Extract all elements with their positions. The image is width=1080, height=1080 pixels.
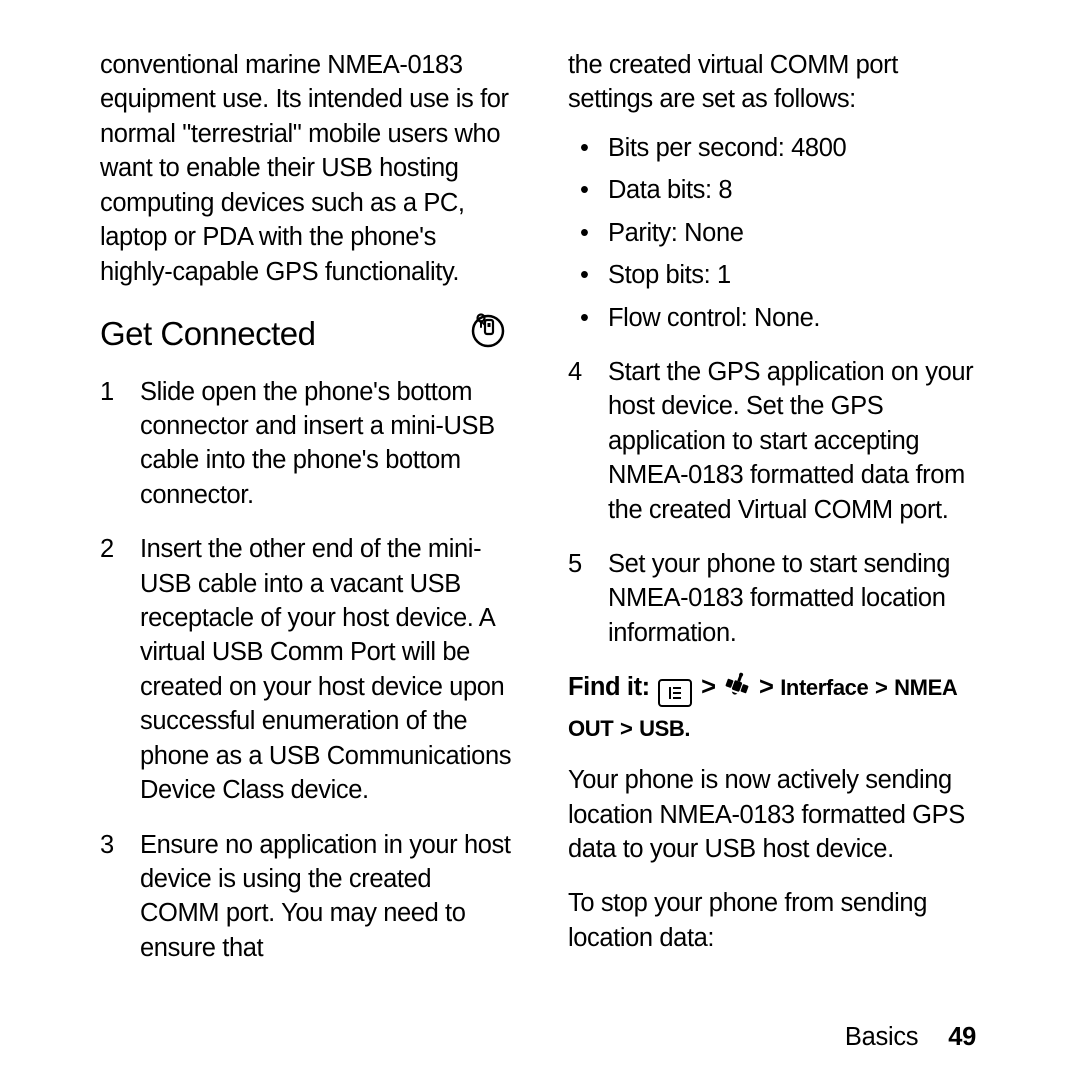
step-4: 4 Start the GPS application on your host… — [568, 355, 980, 527]
intro-paragraph: conventional marine NMEA-0183 equipment … — [100, 48, 512, 289]
comm-settings-list: Bits per second: 4800 Data bits: 8 Parit… — [568, 131, 980, 335]
step-number: 3 — [100, 828, 114, 862]
step-1: 1 Slide open the phone's bottom connecto… — [100, 375, 512, 513]
list-item: Parity: None — [568, 216, 980, 250]
separator: > — [620, 716, 632, 741]
list-item: Bits per second: 4800 — [568, 131, 980, 165]
step-text: Ensure no application in your host devic… — [140, 831, 511, 962]
step-number: 2 — [100, 532, 114, 566]
find-it-line: Find it: > > — [568, 670, 980, 745]
steps-list-left: 1 Slide open the phone's bottom connecto… — [100, 375, 512, 966]
stop-paragraph: To stop your phone from sending location… — [568, 886, 980, 955]
separator: > — [701, 673, 716, 701]
step-text: Set your phone to start sending NMEA-018… — [608, 550, 950, 647]
step-number: 4 — [568, 355, 582, 389]
right-column: the created virtual COMM port settings a… — [568, 48, 980, 1013]
list-item: Flow control: None. — [568, 301, 980, 335]
continuation-paragraph: the created virtual COMM port settings a… — [568, 48, 980, 117]
step-number: 1 — [100, 375, 114, 409]
path-interface: Interface — [780, 675, 868, 700]
section-heading-get-connected: Get Connected — [100, 309, 512, 361]
steps-list-right: 4 Start the GPS application on your host… — [568, 355, 980, 650]
result-paragraph: Your phone is now actively sending locat… — [568, 763, 980, 866]
list-item: Data bits: 8 — [568, 173, 980, 207]
heading-text: Get Connected — [100, 312, 315, 357]
step-2: 2 Insert the other end of the mini-USB c… — [100, 532, 512, 807]
step-3: 3 Ensure no application in your host dev… — [100, 828, 512, 966]
page: conventional marine NMEA-0183 equipment … — [0, 0, 1080, 1080]
menu-key-icon — [658, 679, 692, 707]
list-item: Stop bits: 1 — [568, 258, 980, 292]
left-column: conventional marine NMEA-0183 equipment … — [100, 48, 512, 1013]
step-text: Start the GPS application on your host d… — [608, 358, 973, 524]
path-usb: USB — [639, 716, 684, 741]
step-5: 5 Set your phone to start sending NMEA-0… — [568, 547, 980, 650]
separator: > — [759, 673, 774, 701]
step-number: 5 — [568, 547, 582, 581]
find-it-label: Find it: — [568, 673, 650, 701]
step-text: Slide open the phone's bottom connector … — [140, 378, 495, 509]
two-column-layout: conventional marine NMEA-0183 equipment … — [100, 48, 980, 1013]
footer-section: Basics — [845, 1023, 918, 1052]
step-text: Insert the other end of the mini-USB cab… — [140, 535, 511, 804]
separator: > — [875, 675, 887, 700]
usb-port-icon — [468, 309, 508, 361]
page-footer: Basics 49 — [100, 1023, 980, 1052]
footer-page-number: 49 — [948, 1023, 976, 1052]
satellite-icon — [724, 671, 750, 710]
